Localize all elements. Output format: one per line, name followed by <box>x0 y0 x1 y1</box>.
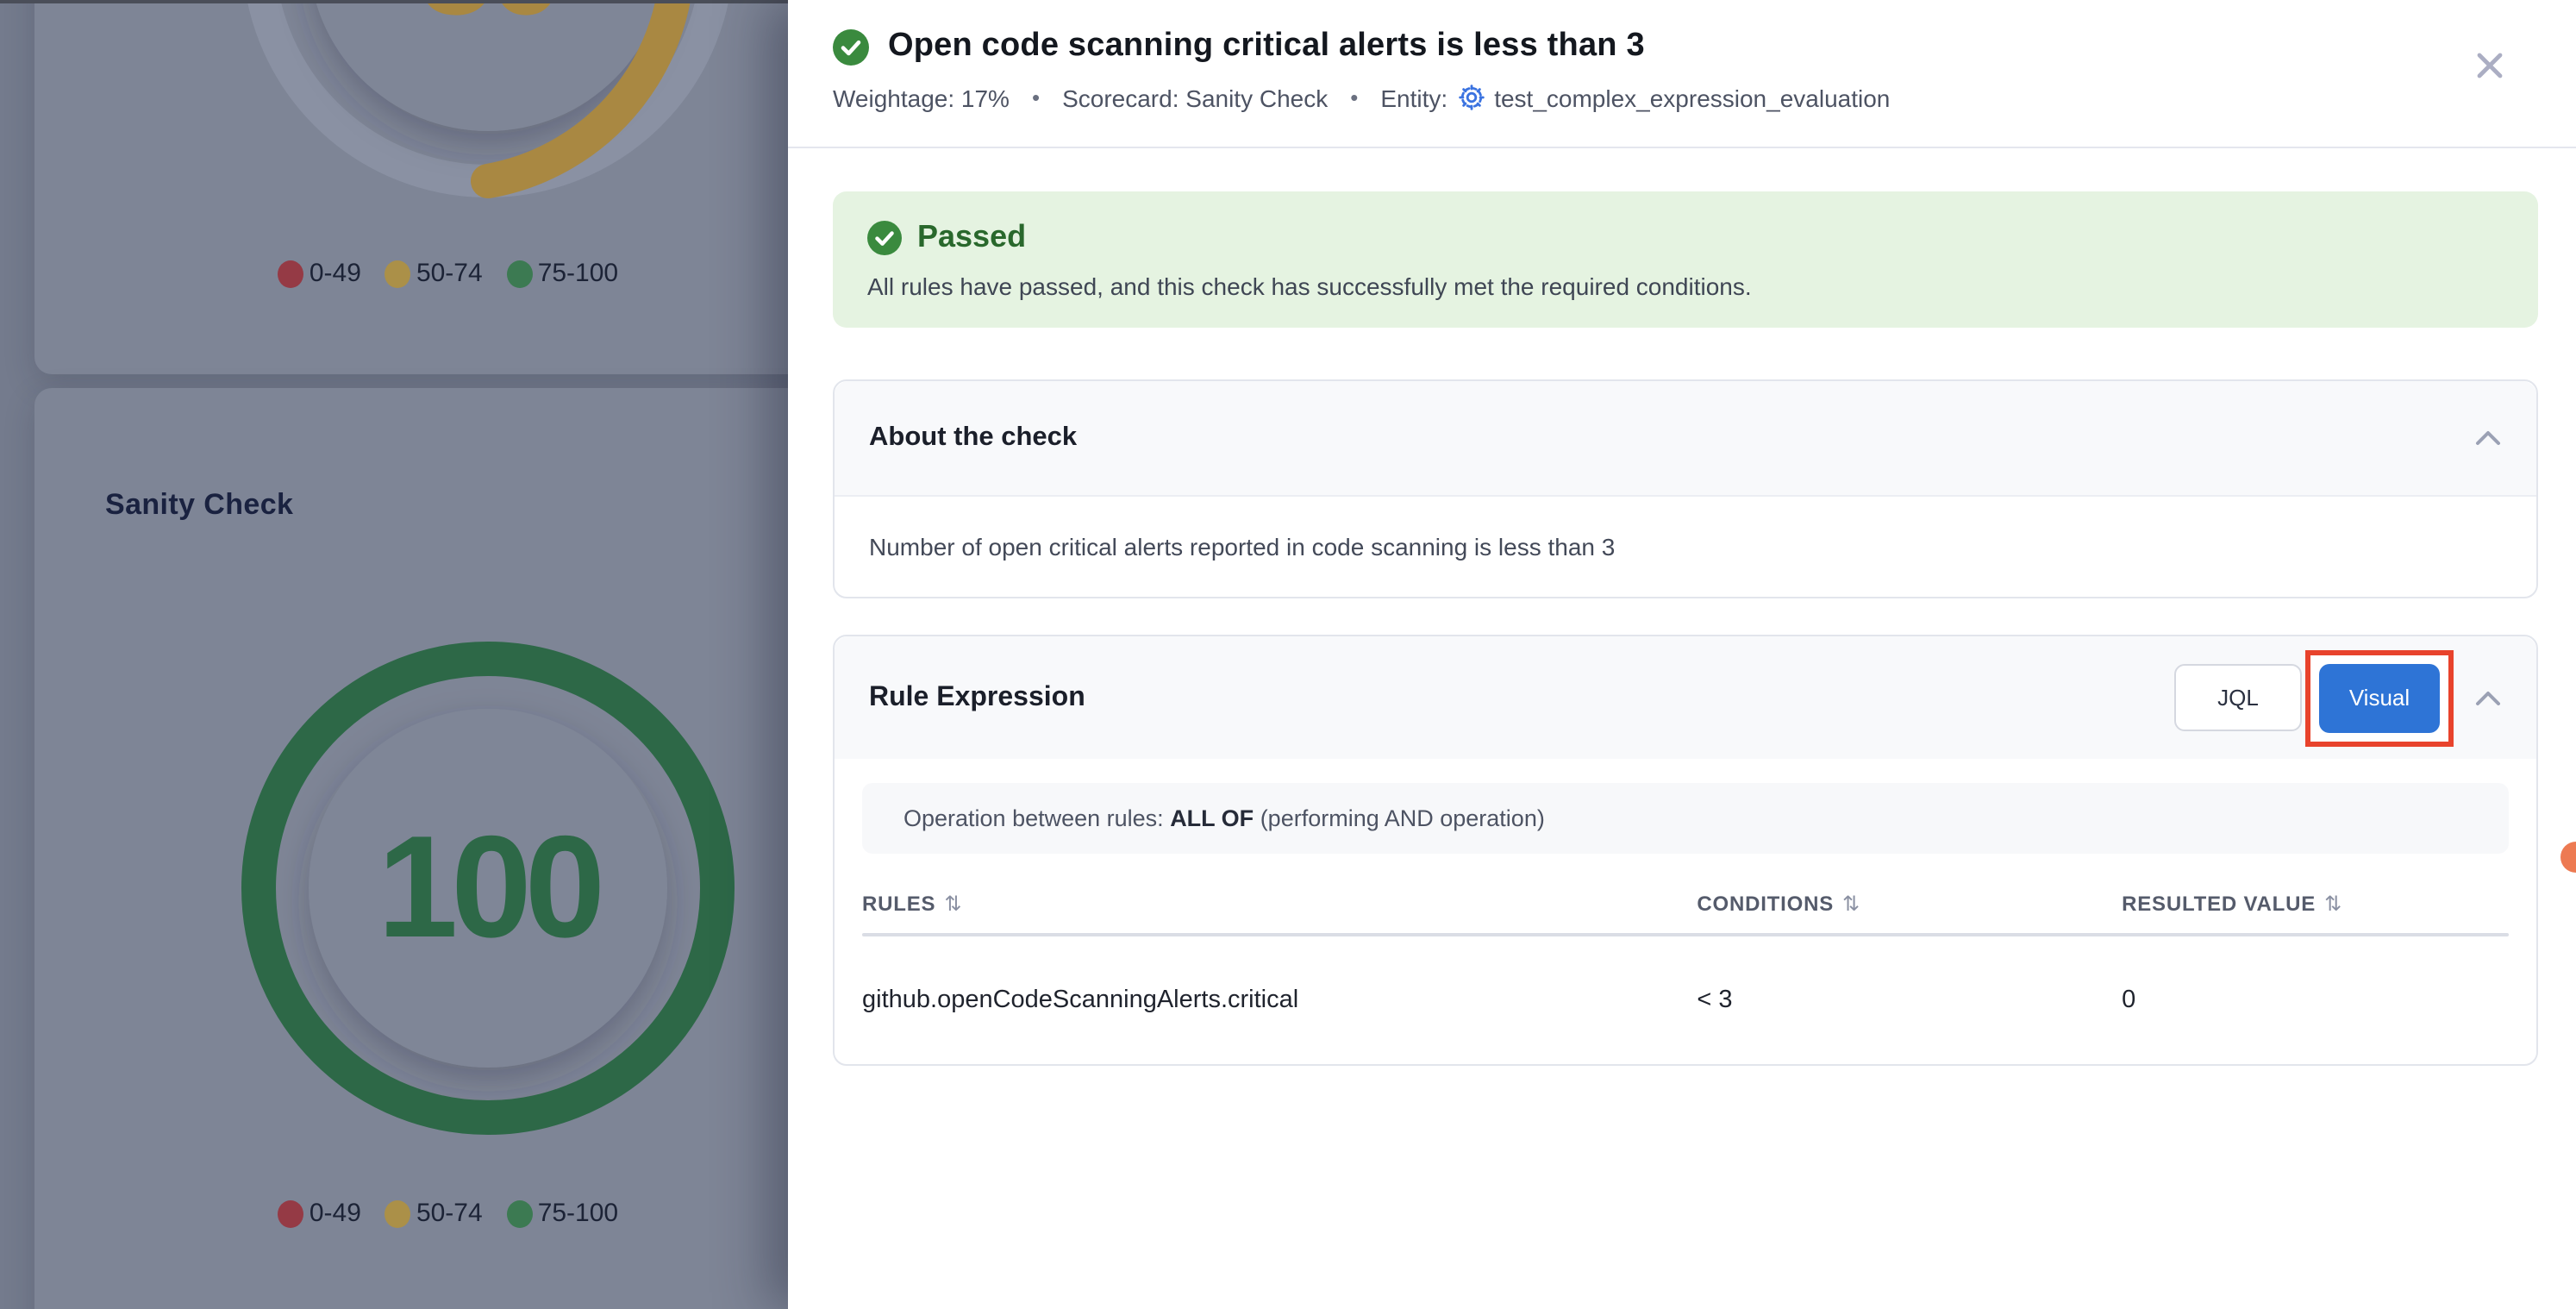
status-message: All rules have passed, and this check ha… <box>867 272 2504 300</box>
gauge-legend: 0-49 50-74 75-100 <box>34 1199 862 1228</box>
rules-table: RULES ⇅ CONDITIONS ⇅ RESULTED VALUE ⇅ gi… <box>862 873 2509 1064</box>
legend-label: 0-49 <box>309 259 361 288</box>
chevron-up-icon[interactable] <box>2474 429 2502 447</box>
about-body: Number of open critical alerts reported … <box>835 497 2536 597</box>
column-header-label: CONDITIONS <box>1697 891 1834 915</box>
legend-item: 0-49 <box>278 1199 361 1228</box>
condition-cell: < 3 <box>1697 986 2122 1014</box>
legend-label: 0-49 <box>309 1199 361 1228</box>
rule-cell: github.openCodeScanningAlerts.critical <box>862 986 1697 1014</box>
rules-table-header: RULES ⇅ CONDITIONS ⇅ RESULTED VALUE ⇅ <box>862 873 2509 933</box>
check-circle-icon <box>833 28 869 65</box>
gauge-chart-sanity: 100 <box>34 388 897 1309</box>
sort-icon[interactable]: ⇅ <box>2324 891 2342 915</box>
scorecard-card-sanity: Sanity Check 100 0-49 50-74 75-100 <box>34 388 897 1309</box>
weightage-text: Weightage: 17% <box>833 84 1010 111</box>
operation-info-bar: Operation between rules: ALL OF (perform… <box>862 783 2509 854</box>
operation-operator: ALL OF <box>1170 805 1254 831</box>
check-circle-icon <box>867 220 902 254</box>
legend-dot-green <box>507 260 533 287</box>
gauge-chart-top: 50 <box>34 0 897 374</box>
legend-item: 50-74 <box>385 1199 483 1228</box>
rule-expression-panel: Rule Expression JQL Visual Operation bet… <box>833 635 2538 1066</box>
column-header-conditions[interactable]: CONDITIONS ⇅ <box>1697 891 2122 915</box>
entity-label: Entity: <box>1380 84 1447 111</box>
close-icon[interactable] <box>2473 48 2507 83</box>
operation-prefix: Operation between rules: <box>903 805 1170 831</box>
view-toggle: JQL Visual <box>2174 649 2454 746</box>
operation-suffix: (performing AND operation) <box>1254 805 1545 831</box>
bullet-separator: • <box>1032 85 1040 110</box>
rule-expression-title: Rule Expression <box>869 682 1085 713</box>
jql-tab-button[interactable]: JQL <box>2174 664 2302 731</box>
visual-tab-button[interactable]: Visual <box>2319 663 2440 732</box>
legend-item: 50-74 <box>385 259 483 288</box>
scorecard-card-top: 50 0-49 50-74 75-100 <box>34 0 897 374</box>
entity-link[interactable]: Entity: test_complex_expression_evaluati… <box>1380 83 1890 112</box>
legend-label: 75-100 <box>538 1199 618 1228</box>
screen: 50 0-49 50-74 75-100 Sanity Check <box>0 0 2576 1309</box>
drawer-subtitle: Weightage: 17% • Scorecard: Sanity Check… <box>833 83 2538 112</box>
about-panel-header[interactable]: About the check <box>835 381 2536 497</box>
about-title: About the check <box>869 423 1077 454</box>
table-row: github.openCodeScanningAlerts.critical <… <box>862 936 2509 1064</box>
legend-item: 75-100 <box>507 259 618 288</box>
column-header-resulted-value[interactable]: RESULTED VALUE ⇅ <box>2122 891 2509 915</box>
legend-label: 75-100 <box>538 259 618 288</box>
legend-label: 50-74 <box>416 259 483 288</box>
legend-dot-green <box>507 1199 533 1227</box>
gauge-value: 100 <box>378 805 600 968</box>
column-header-label: RESULTED VALUE <box>2122 891 2316 915</box>
gear-icon <box>1456 83 1485 112</box>
sort-icon[interactable]: ⇅ <box>1842 891 1860 915</box>
legend-label: 50-74 <box>416 1199 483 1228</box>
column-header-label: RULES <box>862 891 935 915</box>
column-header-rules[interactable]: RULES ⇅ <box>862 891 1697 915</box>
scorecard-text: Scorecard: Sanity Check <box>1062 84 1328 111</box>
bullet-separator: • <box>1350 85 1358 110</box>
legend-item: 75-100 <box>507 1199 618 1228</box>
resulted-value-cell: 0 <box>2122 986 2509 1014</box>
legend-dot-red <box>278 260 304 287</box>
sort-icon[interactable]: ⇅ <box>944 891 962 915</box>
check-detail-drawer: Open code scanning critical alerts is le… <box>788 0 2576 1309</box>
visual-tab-highlight-box: Visual <box>2305 649 2454 746</box>
legend-dot-red <box>278 1199 304 1227</box>
legend-item: 0-49 <box>278 259 361 288</box>
about-panel: About the check Number of open critical … <box>833 379 2538 598</box>
legend-dot-gold <box>385 260 411 287</box>
chevron-up-icon[interactable] <box>2474 689 2502 706</box>
gauge-legend: 0-49 50-74 75-100 <box>34 259 862 288</box>
rule-panel-header: Rule Expression JQL Visual <box>835 636 2536 759</box>
gauge-partial-value: 50 <box>418 0 560 43</box>
legend-dot-gold <box>385 1199 411 1227</box>
window-top-strip <box>0 0 790 3</box>
drawer-header: Open code scanning critical alerts is le… <box>788 0 2576 148</box>
entity-name: test_complex_expression_evaluation <box>1494 84 1890 111</box>
status-title: Passed <box>917 219 1026 255</box>
status-banner: Passed All rules have passed, and this c… <box>833 191 2538 328</box>
drawer-title: Open code scanning critical alerts is le… <box>888 28 1645 66</box>
